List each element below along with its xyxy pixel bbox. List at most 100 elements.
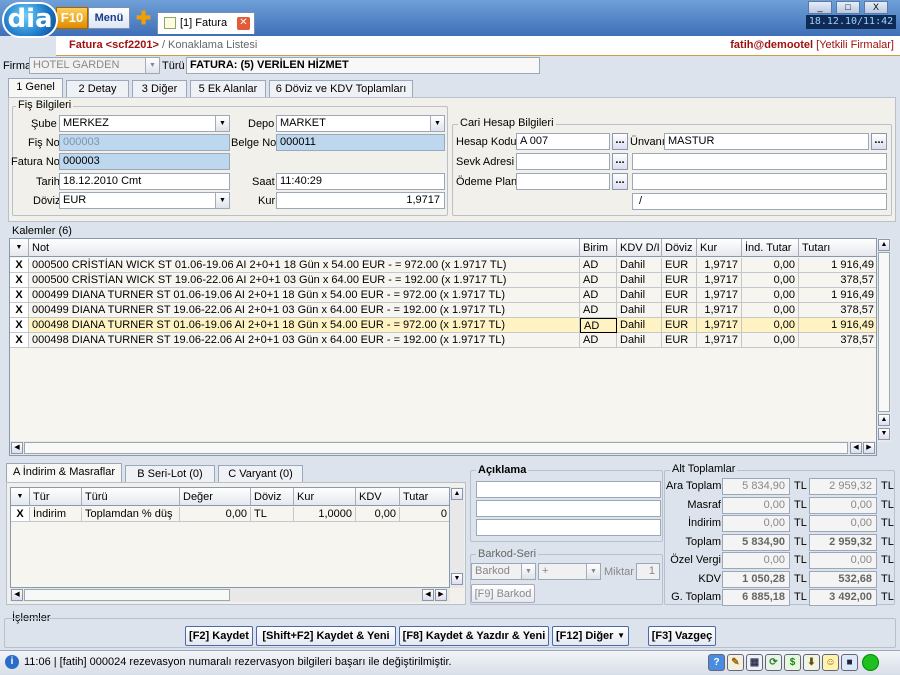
calculator-icon[interactable]: ▦ [746,654,763,671]
table-cell[interactable]: 0 [400,507,449,522]
col-tur[interactable]: Tür [30,488,82,506]
table-cell[interactable]: 0,00 [742,258,799,273]
table-row[interactable]: X 000498 DIANA TURNER ST 19.06-22.06 AI 2… [10,333,876,348]
col-not[interactable]: Not [29,239,580,257]
row-marker[interactable]: X [10,258,29,273]
table-cell[interactable]: 0,00 [356,507,400,522]
chevron-down-icon[interactable]: ▼ [430,116,444,131]
tab-fatura[interactable]: [1] Fatura ✕ [157,12,255,34]
row-marker[interactable]: X [10,288,29,303]
depo-select[interactable]: MARKET ▼ [276,115,445,132]
sevk-adresi-lookup-button[interactable]: ... [612,153,628,170]
col-deger[interactable]: Değer [180,488,251,506]
col-doviz[interactable]: Döviz [662,239,697,257]
menu-button[interactable]: Menü [88,7,130,29]
table-row[interactable]: X 000498 DIANA TURNER ST 01.06-19.06 AI 2… [10,318,876,333]
tab-detay[interactable]: 2 Detay [66,80,129,98]
table-cell[interactable]: 1 916,49 [799,288,876,303]
table-cell[interactable]: TL [251,507,294,522]
tab-ek-alanlar[interactable]: 5 Ek Alanlar [190,80,266,98]
table-cell[interactable]: 0,00 [742,288,799,303]
table-cell[interactable]: Dahil [617,303,662,318]
table-cell[interactable]: EUR [662,333,697,348]
aciklama-line-2[interactable] [476,500,661,517]
table-cell[interactable]: 000498 DIANA TURNER ST 01.06-19.06 AI 2+… [29,318,580,333]
unvan-lookup-button[interactable]: ... [871,133,887,150]
chevron-down-icon[interactable]: ▼ [145,58,159,73]
scroll-right-icon[interactable]: ▶ [863,442,875,454]
table-cell[interactable]: 0,00 [742,303,799,318]
chevron-down-icon[interactable]: ▼ [586,564,600,579]
barkod-type-select[interactable]: Barkod ▼ [471,563,536,580]
faturano-input[interactable]: 000003 [59,153,230,170]
f9-barkod-button[interactable]: [F9] Barkod [471,584,535,603]
vscroll-thumb[interactable] [878,252,890,412]
scroll-up-icon[interactable]: ▲ [878,414,890,426]
table-cell[interactable]: EUR [662,303,697,318]
download-icon[interactable]: ⬇ [803,654,820,671]
table-cell[interactable]: EUR [662,273,697,288]
aciklama-line-1[interactable] [476,481,661,498]
tab-doviz-kdv[interactable]: 6 Döviz ve KDV Toplamları [269,80,413,98]
table-cell[interactable]: Dahil [617,273,662,288]
scroll-left-icon[interactable]: ◀ [422,589,434,601]
hesap-kodu-lookup-button[interactable]: ... [612,133,628,150]
refresh-icon[interactable]: ⟳ [765,654,782,671]
scroll-left-icon[interactable]: ◀ [11,589,23,601]
tab-varyant[interactable]: C Varyant (0) [218,465,303,483]
table-cell[interactable]: 1,9717 [697,288,742,303]
table-cell[interactable]: 1 916,49 [799,318,876,333]
kalemler-hscroll[interactable]: ◀ ◀ ▶ [10,441,876,455]
table-row[interactable]: X 000499 DIANA TURNER ST 19.06-22.06 AI 2… [10,303,876,318]
table-cell[interactable]: 1,0000 [294,507,356,522]
hscroll-thumb[interactable] [24,589,230,601]
table-cell[interactable]: Dahil [617,258,662,273]
col-kdv[interactable]: KDV [356,488,400,506]
col-kur[interactable]: Kur [697,239,742,257]
table-cell[interactable]: Dahil [617,318,662,333]
table-cell[interactable]: 0,00 [742,273,799,288]
sube-select[interactable]: MERKEZ ▼ [59,115,230,132]
table-row[interactable]: X 000500 CRİSTİAN WICK ST 01.06-19.06 AI … [10,258,876,273]
table-cell[interactable]: Dahil [617,288,662,303]
chevron-down-icon[interactable]: ▼ [521,564,535,579]
smiley-icon[interactable]: ☺ [822,654,839,671]
col-tutari[interactable]: Tutarı [799,239,876,257]
currency-icon[interactable]: $ [784,654,801,671]
table-cell[interactable]: 1,9717 [697,333,742,348]
table-cell[interactable]: EUR [662,318,697,333]
tab-genel[interactable]: 1 Genel [8,78,63,98]
tools-icon[interactable]: ✎ [727,654,744,671]
table-cell[interactable]: 378,57 [799,303,876,318]
close-tab-icon[interactable]: ✕ [237,17,250,30]
indirim-vscroll[interactable]: ▲ ▼ [450,487,464,588]
scroll-down-icon[interactable]: ▼ [451,573,463,585]
col-kdv-di[interactable]: KDV D/I [617,239,662,257]
table-cell[interactable]: 0,00 [180,507,251,522]
col-birim[interactable]: Birim [580,239,617,257]
vazgec-button[interactable]: [F3] Vazgeç [648,626,716,646]
tab-indirim-masraflar[interactable]: A İndirim & Masraflar [6,463,122,483]
tab-diger[interactable]: 3 Diğer [132,80,187,98]
help-icon[interactable]: ? [708,654,725,671]
f10-button[interactable]: F10 [56,7,88,29]
kaydet-yeni-button[interactable]: [Shift+F2] Kaydet & Yeni [256,626,396,646]
yetkili-firmalar-link[interactable]: [Yetkili Firmalar] [816,39,894,51]
row-marker[interactable]: X [10,333,29,348]
scroll-up-icon[interactable]: ▲ [451,488,463,500]
table-cell[interactable]: İndirim [30,507,82,522]
lock-icon[interactable]: ■ [841,654,858,671]
table-cell[interactable]: AD [580,318,617,333]
indirim-hscroll[interactable]: ◀ ◀ ▶ [10,588,450,602]
table-cell[interactable]: 1 916,49 [799,258,876,273]
tab-seri-lot[interactable]: B Seri-Lot (0) [125,465,215,483]
table-cell[interactable]: 378,57 [799,273,876,288]
new-tab-plus-icon[interactable]: ✚ [136,9,151,27]
scroll-left-icon[interactable]: ◀ [850,442,862,454]
miktar-input[interactable]: 1 [636,563,660,580]
table-cell[interactable]: 000500 CRİSTİAN WICK ST 01.06-19.06 AI 2… [29,258,580,273]
scroll-down-icon[interactable]: ▼ [878,428,890,440]
close-window-button[interactable]: X [864,1,888,14]
column-menu-icon[interactable]: ▼ [10,239,29,257]
table-cell[interactable]: 1,9717 [697,303,742,318]
